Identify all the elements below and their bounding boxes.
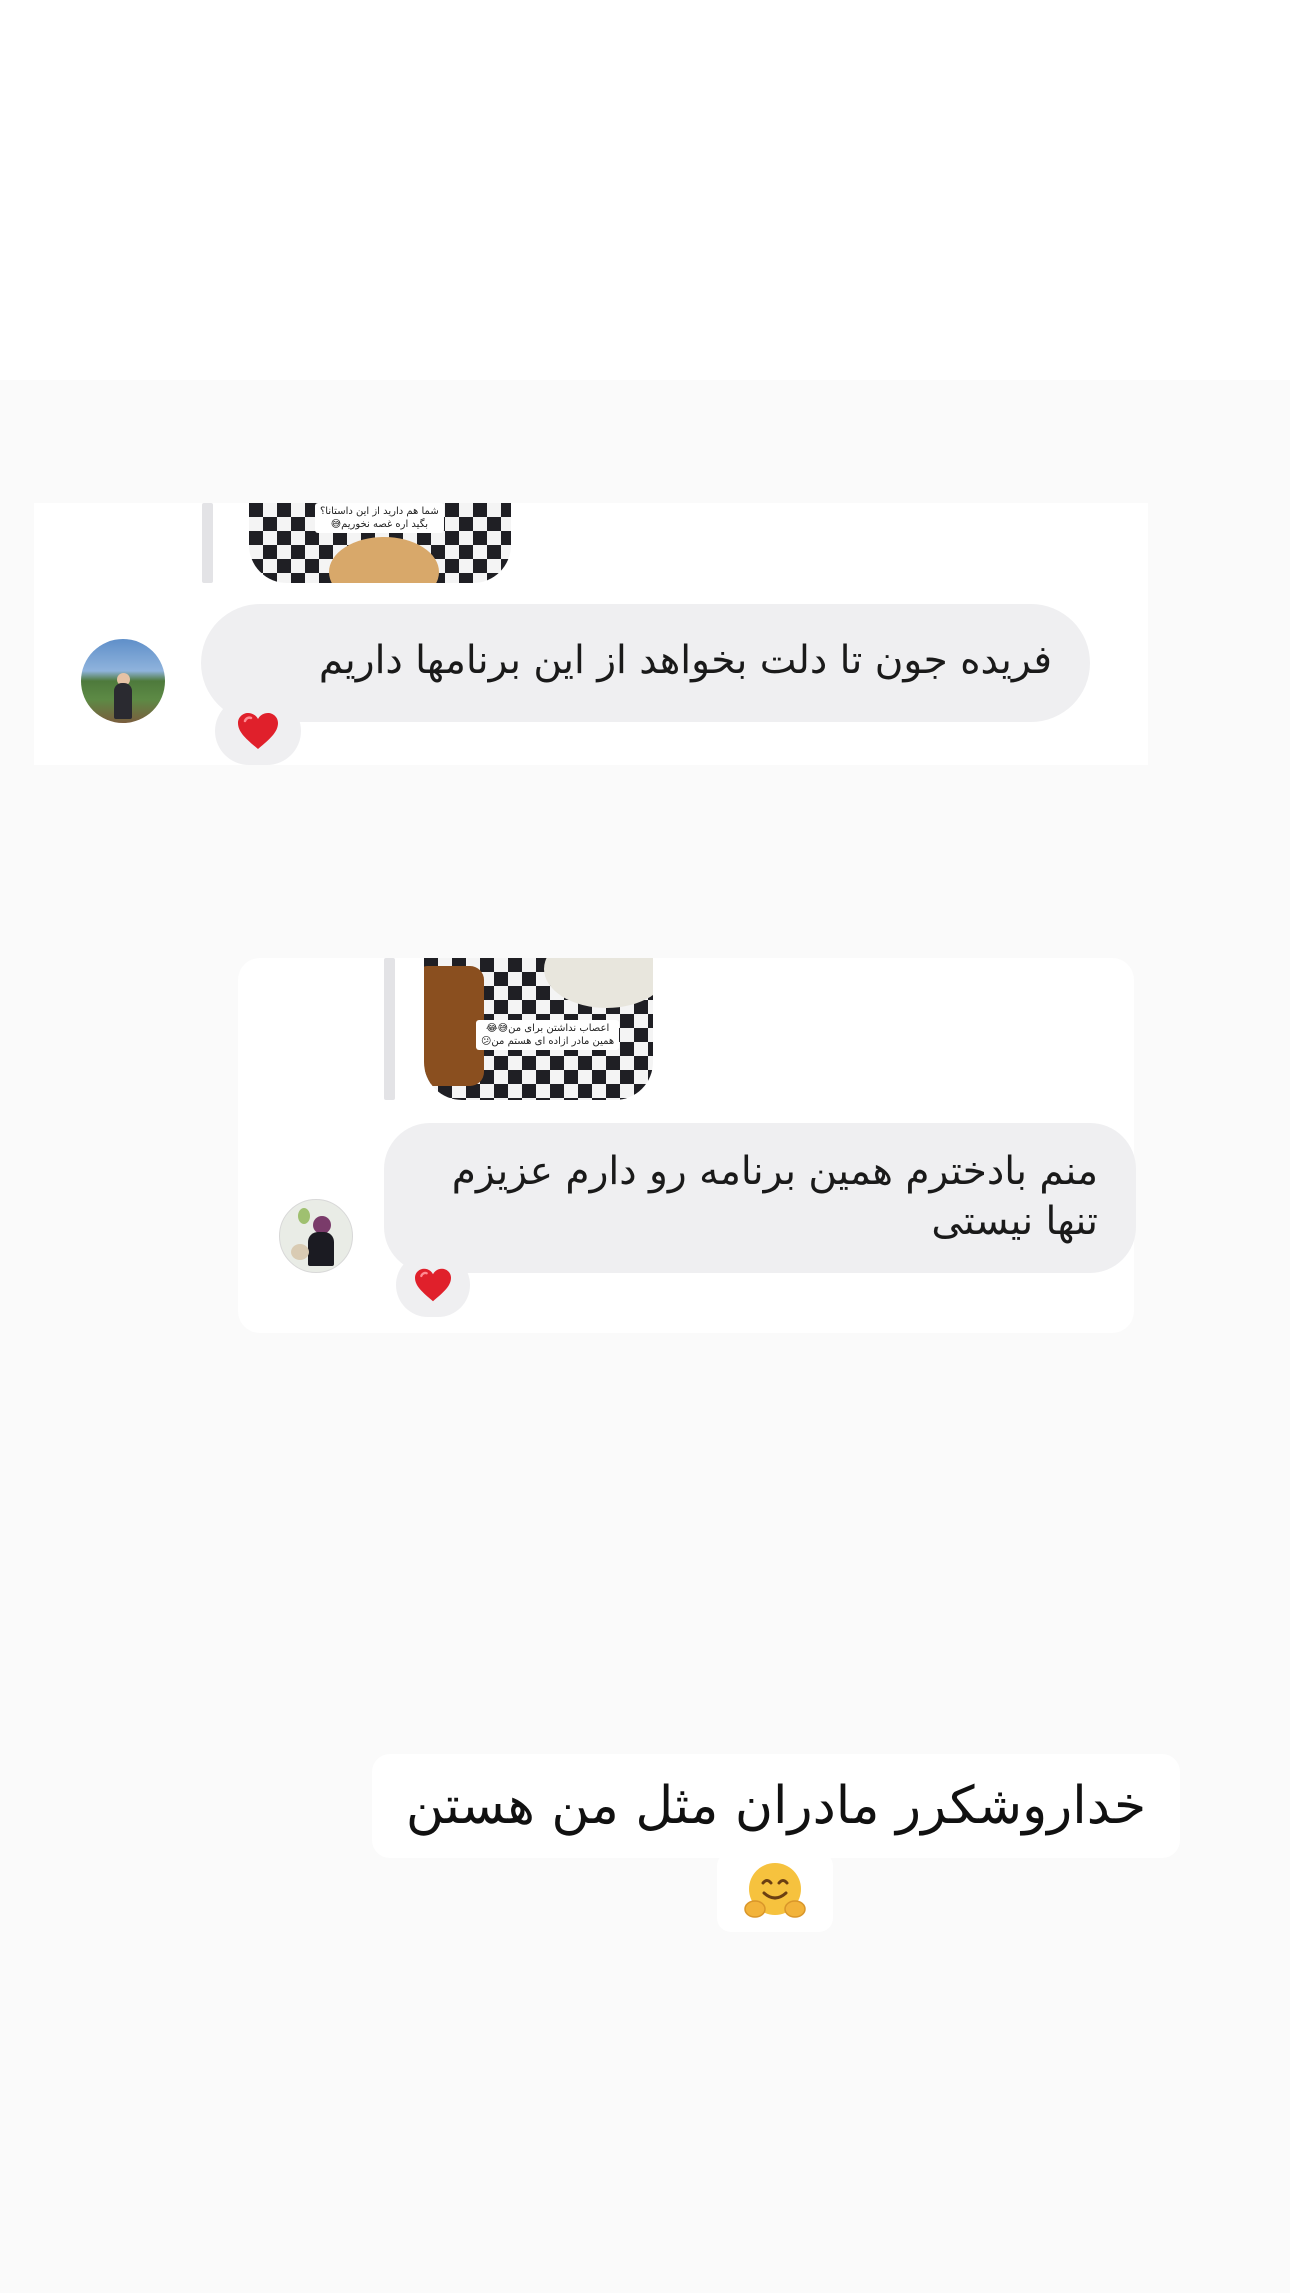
caption-line: اعصاب نداشتن برای من😅😂 — [486, 1023, 610, 1034]
quoted-image-thumbnail[interactable]: اعصاب نداشتن برای من😅😂 همین مادر ازاده ا… — [424, 958, 653, 1100]
avatar-figure — [308, 1232, 334, 1266]
comment-text: منم بادخترم همین برنامه رو دارم عزیزم تن… — [451, 1149, 1098, 1244]
caption-line: بگید اره غصه نخوریم😅 — [330, 519, 429, 530]
reply-quote-bar — [384, 958, 395, 1100]
commenter-avatar[interactable] — [279, 1199, 353, 1273]
quoted-image-caption: اعصاب نداشتن برای من😅😂 همین مادر ازاده ا… — [476, 1020, 620, 1050]
caption-line: شما هم دارید از این داستانا؟ — [320, 506, 439, 517]
bowl — [544, 958, 653, 1008]
top-blank-area — [0, 0, 1290, 380]
comment-bubble[interactable]: فریده جون تا دلت بخواهد از این برنامها د… — [201, 604, 1090, 722]
heart-icon — [238, 713, 278, 749]
heart-reaction[interactable] — [215, 697, 301, 765]
heart-reaction[interactable] — [396, 1253, 470, 1317]
hugging-face-emoji-icon — [744, 1863, 806, 1918]
quoted-image-thumbnail[interactable]: شما هم دارید از این داستانا؟ بگید اره غص… — [249, 503, 511, 583]
avatar-figure — [114, 683, 132, 719]
avatar-dog — [291, 1244, 309, 1260]
avatar-plant — [298, 1208, 310, 1224]
heart-icon — [415, 1268, 451, 1302]
comment-text: فریده جون تا دلت بخواهد از این برنامها د… — [318, 638, 1052, 683]
tea-glass — [424, 966, 484, 1086]
story-caption-emoji — [717, 1852, 833, 1932]
reply-quote-bar — [202, 503, 213, 583]
story-caption-line: خداروشکرر مادران مثل من هستن پس — [372, 1754, 1180, 1900]
food-plate — [329, 537, 439, 583]
comment-bubble[interactable]: منم بادخترم همین برنامه رو دارم عزیزم تن… — [384, 1123, 1136, 1273]
caption-line: همین مادر ازاده ای هستم من😕 — [481, 1036, 615, 1047]
quoted-image-caption: شما هم دارید از این داستانا؟ بگید اره غص… — [315, 503, 444, 533]
commenter-avatar[interactable] — [81, 639, 165, 723]
